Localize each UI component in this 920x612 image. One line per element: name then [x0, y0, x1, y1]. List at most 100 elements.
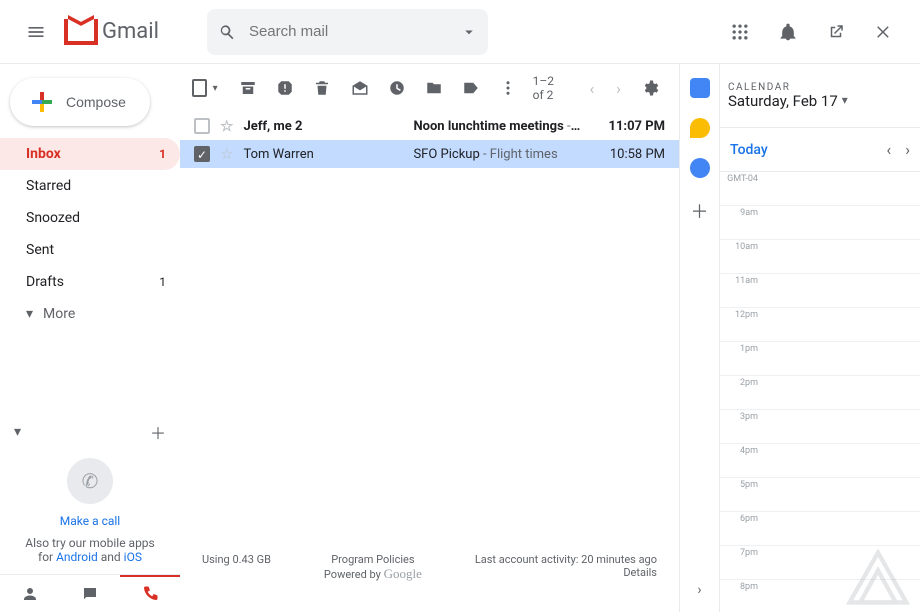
- calendar-hour: 6pm: [720, 512, 764, 524]
- calendar-hour: 2pm: [720, 376, 764, 388]
- labels-button[interactable]: [454, 68, 487, 108]
- person-icon: [21, 585, 39, 603]
- hangouts-add-icon[interactable]: ＋: [150, 420, 166, 444]
- calendar-hour: 11am: [720, 274, 764, 286]
- row-time: 10:58 PM: [591, 147, 665, 162]
- search-options-icon[interactable]: [460, 23, 478, 41]
- storage-usage: Using 0.43 GB: [202, 553, 271, 582]
- main-menu-button[interactable]: [16, 12, 56, 52]
- activity-details-link[interactable]: Details: [623, 566, 657, 579]
- message-row[interactable]: ☆ Jeff, me 2 Noon lunchtime meetings - O…: [180, 112, 679, 140]
- hangouts-tab-chats[interactable]: [60, 575, 120, 612]
- android-link[interactable]: Android: [56, 550, 98, 564]
- star-icon[interactable]: ☆: [220, 117, 233, 135]
- row-subject: Noon lunchtime meetings: [413, 119, 563, 134]
- nav-count: 1: [159, 275, 166, 289]
- folder-move-icon: [425, 79, 443, 97]
- calendar-rail-icon[interactable]: [690, 78, 710, 98]
- calendar-next-button[interactable]: ›: [905, 140, 910, 159]
- add-addon-button[interactable]: ＋: [691, 198, 709, 224]
- search-input[interactable]: [247, 22, 450, 41]
- newer-button[interactable]: ‹: [581, 79, 604, 98]
- calendar-hour: 9am: [720, 206, 764, 218]
- calendar-hour: 4pm: [720, 444, 764, 456]
- gear-icon: [641, 79, 659, 97]
- spam-icon: [276, 79, 294, 97]
- select-dropdown[interactable]: ▾: [213, 83, 218, 94]
- chevron-down-icon[interactable]: ▾: [842, 94, 848, 107]
- make-call-link[interactable]: Make a call: [60, 514, 120, 528]
- calendar-hour: 10am: [720, 240, 764, 252]
- paging-label: 1–2 of 2: [533, 74, 567, 102]
- label-icon: [462, 79, 480, 97]
- calendar-open-external-button[interactable]: [816, 12, 856, 52]
- open-in-new-icon: [827, 23, 845, 41]
- select-all-checkbox[interactable]: [192, 79, 207, 97]
- nav-snoozed[interactable]: Snoozed: [0, 202, 180, 234]
- hangouts-call-placeholder: ✆ Make a call Also try our mobile apps f…: [0, 450, 180, 574]
- row-checkbox[interactable]: [194, 118, 210, 134]
- hangouts-tab-calls[interactable]: [120, 575, 180, 612]
- nav-label: Starred: [26, 178, 71, 194]
- collapse-panel-button[interactable]: ›: [697, 582, 701, 598]
- row-subject: SFO Pickup: [413, 147, 479, 162]
- close-icon: [875, 23, 893, 41]
- chat-icon: [81, 585, 99, 603]
- calendar-hour: 7pm: [720, 546, 764, 558]
- clock-icon: [388, 79, 406, 97]
- row-checkbox[interactable]: [194, 146, 210, 162]
- calendar-panel: CALENDAR Saturday, Feb 17 ▾ Today ‹ › GM…: [720, 64, 920, 612]
- gmail-logo[interactable]: Gmail: [64, 19, 159, 45]
- calendar-close-button[interactable]: [864, 12, 904, 52]
- nav-inbox[interactable]: Inbox 1: [0, 138, 180, 170]
- nav-label: More: [43, 306, 75, 322]
- star-icon[interactable]: ☆: [220, 145, 233, 163]
- hamburger-icon: [26, 22, 46, 42]
- nav-more[interactable]: ▾ More: [0, 298, 180, 330]
- today-button[interactable]: Today: [730, 142, 768, 158]
- program-policies-link[interactable]: Program Policies: [331, 553, 414, 566]
- google-apps-button[interactable]: [720, 12, 760, 52]
- mark-read-button[interactable]: [343, 68, 376, 108]
- nav-drafts[interactable]: Drafts 1: [0, 266, 180, 298]
- nav-sent[interactable]: Sent: [0, 234, 180, 266]
- calendar-grid[interactable]: GMT-04 9am 10am 11am 12pm 1pm 2pm 3pm 4p…: [720, 172, 920, 612]
- tasks-rail-icon[interactable]: [690, 158, 710, 178]
- move-to-button[interactable]: [417, 68, 450, 108]
- calendar-prev-button[interactable]: ‹: [886, 140, 891, 159]
- row-subject-line: SFO Pickup - Flight times: [413, 147, 581, 162]
- compose-button[interactable]: Compose: [10, 78, 150, 126]
- message-row[interactable]: ☆ Tom Warren SFO Pickup - Flight times 1…: [180, 140, 679, 168]
- mail-pane: ▾: [180, 64, 680, 612]
- report-spam-button[interactable]: [269, 68, 302, 108]
- bell-icon: [778, 22, 798, 42]
- snooze-button[interactable]: [380, 68, 413, 108]
- calendar-hour: 12pm: [720, 308, 764, 320]
- ios-link[interactable]: iOS: [124, 550, 142, 564]
- notifications-button[interactable]: [768, 12, 808, 52]
- nav-label: Snoozed: [26, 210, 80, 226]
- apps-grid-icon: [730, 22, 750, 42]
- chevron-down-icon[interactable]: ▾: [14, 424, 21, 440]
- gmail-m-icon: [64, 19, 98, 45]
- compose-label: Compose: [66, 94, 126, 110]
- row-time: 11:07 PM: [591, 119, 665, 134]
- chevron-down-icon: ▾: [26, 306, 33, 322]
- row-subject-line: Noon lunchtime meetings - On Wed, Apr 11…: [413, 119, 581, 134]
- calendar-tz: GMT-04: [720, 172, 764, 184]
- older-button[interactable]: ›: [607, 79, 630, 98]
- powered-by-label: Powered by: [324, 568, 384, 581]
- mail-footer: Using 0.43 GB Program Policies Powered b…: [180, 537, 679, 612]
- calendar-hour: 5pm: [720, 478, 764, 490]
- archive-button[interactable]: [232, 68, 265, 108]
- settings-button[interactable]: [634, 68, 667, 108]
- delete-button[interactable]: [306, 68, 339, 108]
- search-bar[interactable]: [207, 9, 488, 55]
- keep-rail-icon[interactable]: [690, 118, 710, 138]
- nav-label: Drafts: [26, 274, 64, 290]
- trash-icon: [313, 79, 331, 97]
- nav-starred[interactable]: Starred: [0, 170, 180, 202]
- gmail-logo-text: Gmail: [102, 19, 159, 44]
- more-actions-button[interactable]: [491, 68, 524, 108]
- hangouts-tab-contacts[interactable]: [0, 575, 60, 612]
